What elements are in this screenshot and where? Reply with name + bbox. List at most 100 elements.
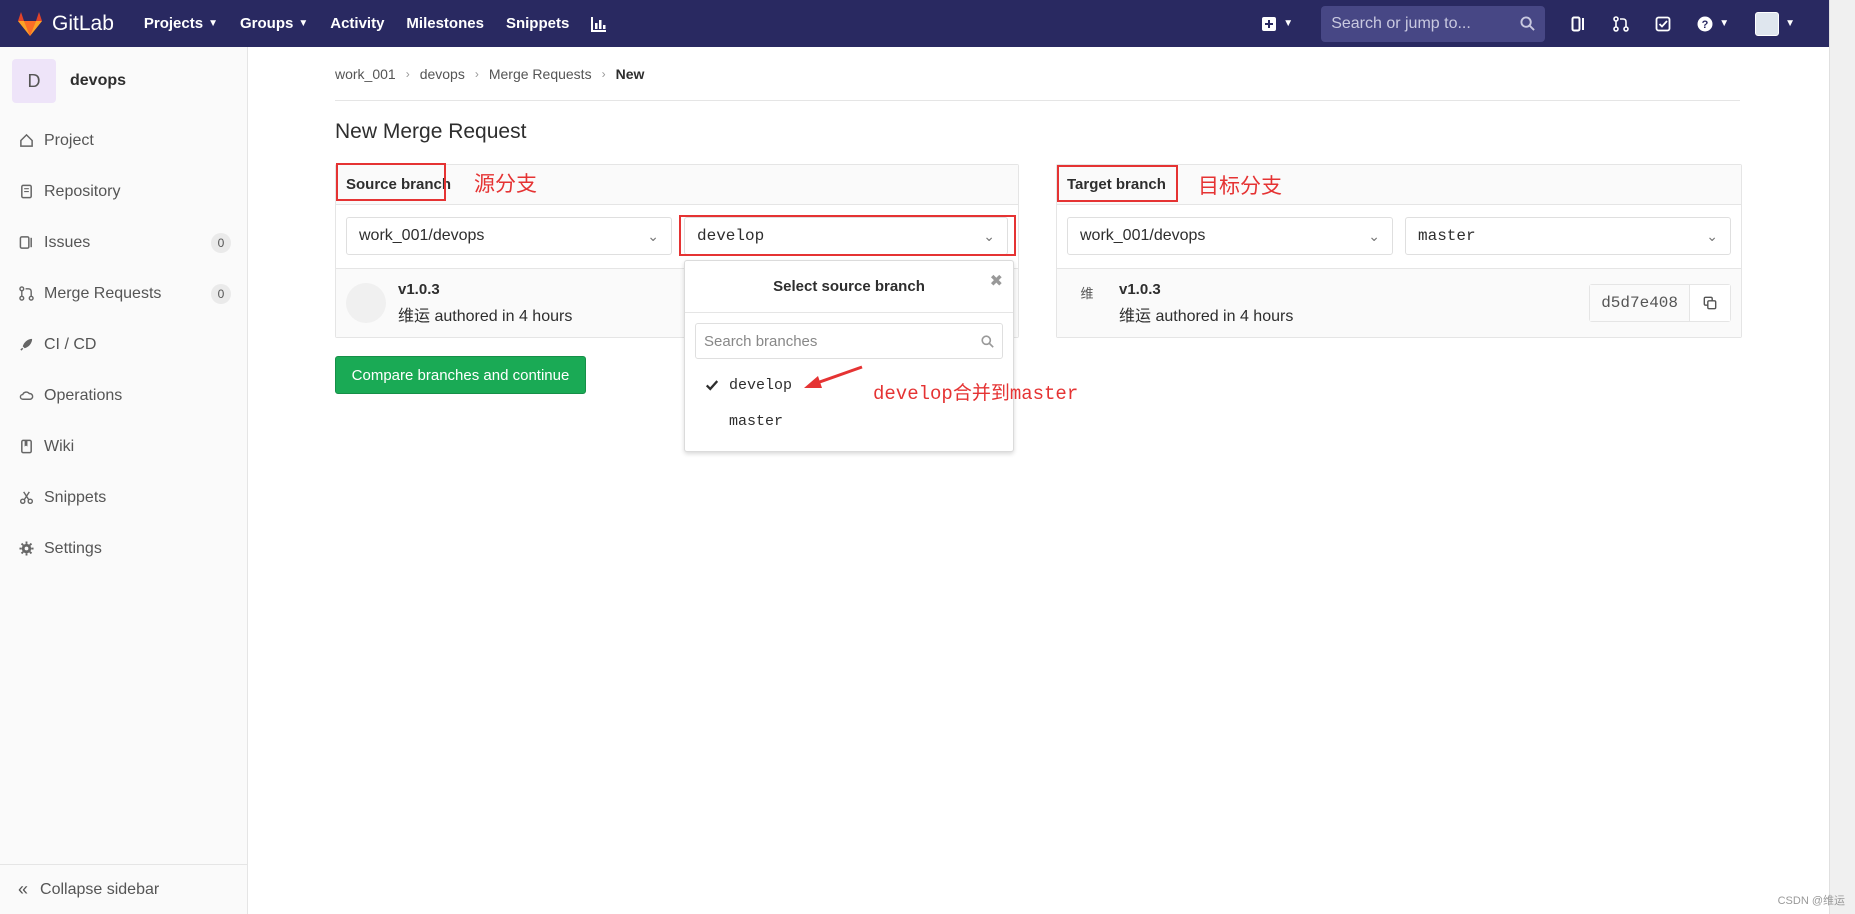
source-branch-dropdown: Select source branch ✖ Search branches d… [684,260,1014,452]
sidebar-item-label: Settings [44,539,102,557]
sidebar-item-snippets[interactable]: Snippets [0,472,247,523]
branch-option-label: master [729,412,784,430]
target-commit-title[interactable]: v1.0.3 [1119,281,1293,298]
search-icon [981,334,994,348]
project-sidebar: D devops Project Repository Issues 0 Mer… [0,47,248,914]
branch-search-input[interactable]: Search branches [695,323,1003,359]
breadcrumb-divider [335,100,1740,101]
doc-icon [18,184,34,199]
collapse-sidebar-label: Collapse sidebar [40,880,160,898]
source-project-select[interactable]: work_001/devops ⌄ [346,217,672,255]
home-icon [18,133,34,148]
sidebar-item-label: Merge Requests [44,284,162,302]
nav-snippets[interactable]: Snippets [506,15,569,32]
annotation-target-branch: 目标分支 [1198,175,1282,198]
sidebar-item-merge-requests[interactable]: Merge Requests 0 [0,268,247,319]
todo-check-icon [1655,16,1671,31]
branch-option-label: develop [729,376,793,394]
sidebar-item-label: CI / CD [44,335,97,353]
cloud-gear-icon [18,388,34,403]
help-dropdown[interactable]: ? ▼ [1697,16,1729,32]
annotation-arrow-icon [804,365,863,388]
user-menu-dropdown[interactable]: ▼ [1755,11,1795,36]
branch-search-placeholder: Search branches [704,332,818,350]
annotation-develop-to-master: develop合并到master [873,383,1079,405]
sidebar-item-label: Operations [44,386,123,404]
branch-option-master[interactable]: master [685,403,1013,439]
collapse-sidebar-button[interactable]: « Collapse sidebar [0,864,247,914]
sidebar-item-issues[interactable]: Issues 0 [0,217,247,268]
nav-chart-button[interactable] [591,16,607,32]
merge-request-icon [1613,15,1629,32]
target-commit-info: 维 v1.0.3 维运 authored in 4 hours d5d7e408 [1057,269,1741,337]
avatar [1755,11,1780,36]
new-item-dropdown[interactable]: ▼ [1261,16,1293,32]
chevron-right-icon: › [474,67,479,81]
copy-sha-button[interactable] [1690,285,1730,321]
issues-icon [18,235,34,250]
chevron-down-icon: ⌄ [647,227,659,244]
breadcrumb-current[interactable]: New [616,66,645,82]
rocket-icon [18,337,34,352]
sidebar-toggle-button[interactable] [1571,16,1587,32]
close-icon[interactable]: ✖ [990,271,1003,291]
search-input[interactable]: Search or jump to... [1321,5,1546,42]
sidebar-item-settings[interactable]: Settings [0,523,247,574]
breadcrumb-link-group[interactable]: work_001 [335,66,396,82]
avatar [346,283,386,323]
page-title: New Merge Request [335,120,527,143]
nav-milestones-label: Milestones [406,15,484,32]
breadcrumb-link-merge-requests[interactable]: Merge Requests [489,66,592,82]
source-commit-author: 维运 authored in 4 hours [398,307,573,325]
target-commit-author: 维运 authored in 4 hours [1119,307,1294,325]
sidebar-item-wiki[interactable]: Wiki [0,421,247,472]
sidebar-item-repository[interactable]: Repository [0,166,247,217]
target-project-value: work_001/devops [1080,227,1206,244]
nav-milestones[interactable]: Milestones [406,15,484,32]
double-chevron-left-icon: « [18,879,29,899]
annotation-box-source-header [336,163,446,201]
plus-square-icon [1262,16,1277,31]
nav-activity[interactable]: Activity [330,15,384,32]
scissors-icon [18,490,34,505]
page-scrollbar[interactable] [1829,0,1855,914]
sidebar-item-label: Project [44,131,94,149]
breadcrumb-link-project[interactable]: devops [420,66,465,82]
issues-count-badge: 0 [211,232,231,253]
dropdown-title: Select source branch [773,278,925,295]
sidebar-item-operations[interactable]: Operations [0,370,247,421]
source-commit-title[interactable]: v1.0.3 [398,281,572,298]
nav-groups[interactable]: Groups ▼ [240,15,308,32]
commit-sha[interactable]: d5d7e408 [1590,285,1690,321]
checkmark-icon [705,378,729,392]
annotation-source-branch: 源分支 [474,173,537,196]
book-icon [18,439,34,454]
chevron-right-icon: › [405,67,410,81]
target-branch-value: master [1418,227,1476,245]
nav-projects[interactable]: Projects ▼ [144,15,218,32]
chevron-down-icon: ⌄ [1368,227,1380,244]
target-project-select[interactable]: work_001/devops ⌄ [1067,217,1393,255]
sidebar-item-label: Repository [44,182,121,200]
search-placeholder: Search or jump to... [1331,14,1471,32]
target-branch-select[interactable]: master ⌄ [1405,217,1731,255]
sidebar-item-label: Issues [44,233,91,251]
source-project-value: work_001/devops [359,227,485,244]
nav-snippets-label: Snippets [505,15,570,32]
compare-branches-button[interactable]: Compare branches and continue [335,356,586,394]
todos-nav-button[interactable] [1655,16,1671,32]
sidebar-item-ci-cd[interactable]: CI / CD [0,319,247,370]
project-header[interactable]: D devops [0,47,247,115]
copy-icon [1703,296,1717,310]
merge-requests-nav-button[interactable] [1613,15,1629,32]
project-avatar: D [12,59,56,103]
project-name: devops [70,72,127,89]
sidebar-item-label: Wiki [44,437,75,455]
nav-activity-label: Activity [330,15,385,32]
gitlab-logo-link[interactable]: GitLab [16,0,114,47]
question-circle-icon: ? [1697,16,1713,31]
chevron-right-icon: › [601,67,606,81]
chevron-down-icon: ⌄ [1706,227,1718,244]
sidebar-item-project[interactable]: Project [0,115,247,166]
chevron-down-icon: ▼ [1719,18,1730,29]
